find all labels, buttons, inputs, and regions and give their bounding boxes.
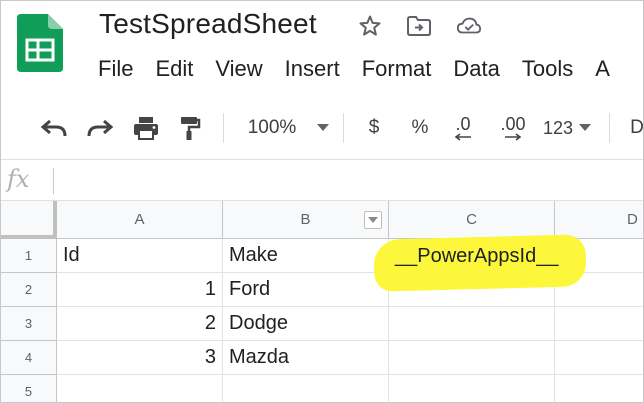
cell-c3[interactable]	[389, 307, 555, 341]
cell-d4[interactable]	[555, 341, 643, 375]
row-header[interactable]: 5	[1, 375, 57, 402]
column-header-b[interactable]: B	[223, 201, 389, 239]
increase-decimal-button[interactable]: .00	[493, 101, 533, 155]
star-icon[interactable]	[357, 13, 383, 39]
cell-b3[interactable]: Dodge	[223, 307, 389, 341]
more-formats-button[interactable]: 123	[539, 101, 577, 155]
cell-d3[interactable]	[555, 307, 643, 341]
cell-c1-value[interactable]: __PowerAppsId__	[389, 239, 589, 273]
formula-bar-divider	[53, 168, 54, 194]
menu-add-ons[interactable]: A	[595, 56, 610, 82]
cell-b2[interactable]: Ford	[223, 273, 389, 307]
arrow-right-icon	[505, 133, 522, 141]
font-select-truncated[interactable]: D	[627, 101, 643, 155]
cell-c5[interactable]	[389, 375, 555, 402]
google-sheets-logo-icon[interactable]	[17, 14, 63, 72]
cloud-saved-icon[interactable]	[456, 13, 482, 39]
menu-insert[interactable]: Insert	[285, 56, 340, 82]
formula-bar: fx	[1, 159, 643, 201]
toolbar-divider	[223, 113, 224, 143]
document-title[interactable]: TestSpreadSheet	[99, 8, 317, 40]
print-icon[interactable]	[129, 101, 163, 155]
menu-file[interactable]: File	[98, 56, 133, 82]
zoom-dropdown-icon[interactable]	[313, 101, 333, 155]
cell-d5[interactable]	[555, 375, 643, 402]
row-header[interactable]: 1	[1, 239, 57, 273]
spreadsheet-grid: A B C D 1 2 3 4 5 Id Make 1 Ford 2 Dodge…	[1, 201, 643, 402]
paint-format-icon[interactable]	[175, 101, 205, 155]
cell-c4[interactable]	[389, 341, 555, 375]
toolbar-divider	[343, 113, 344, 143]
menu-view[interactable]: View	[215, 56, 262, 82]
row-header[interactable]: 3	[1, 307, 57, 341]
column-header-d[interactable]: D	[555, 201, 643, 239]
filter-dropdown-icon[interactable]	[364, 211, 382, 229]
row-header[interactable]: 4	[1, 341, 57, 375]
menu-tools[interactable]: Tools	[522, 56, 573, 82]
toolbar: 100% $ % .0 .00 123 D	[1, 101, 643, 155]
undo-icon[interactable]	[37, 101, 71, 155]
menu-data[interactable]: Data	[453, 56, 499, 82]
toolbar-divider	[609, 113, 610, 143]
formula-input[interactable]	[61, 160, 643, 200]
increase-decimal-label: .00	[500, 114, 526, 134]
zoom-select[interactable]: 100%	[243, 101, 301, 155]
select-all-corner[interactable]	[1, 201, 57, 239]
cell-a5[interactable]	[57, 375, 223, 402]
arrow-left-icon	[454, 133, 471, 141]
row-header[interactable]: 2	[1, 273, 57, 307]
format-percent-button[interactable]: %	[405, 101, 435, 155]
column-header-a[interactable]: A	[57, 201, 223, 239]
decrease-decimal-label: .0	[455, 114, 471, 134]
cell-b1[interactable]: Make	[223, 239, 389, 273]
cell-a1[interactable]: Id	[57, 239, 223, 273]
spreadsheet-window: TestSpreadSheet File Edit View Insert Fo…	[0, 0, 644, 403]
cell-a3[interactable]: 2	[57, 307, 223, 341]
fx-icon: fx	[7, 165, 30, 193]
menu-format[interactable]: Format	[362, 56, 432, 82]
format-currency-button[interactable]: $	[359, 101, 389, 155]
column-header-label: B	[300, 211, 311, 228]
menu-edit[interactable]: Edit	[155, 56, 193, 82]
more-formats-dropdown-icon[interactable]	[577, 101, 593, 155]
move-to-folder-icon[interactable]	[406, 13, 432, 39]
decrease-decimal-button[interactable]: .0	[447, 101, 479, 155]
cell-b4[interactable]: Mazda	[223, 341, 389, 375]
cell-a2[interactable]: 1	[57, 273, 223, 307]
cell-b5[interactable]	[223, 375, 389, 402]
redo-icon[interactable]	[83, 101, 117, 155]
cell-a4[interactable]: 3	[57, 341, 223, 375]
column-header-c[interactable]: C	[389, 201, 555, 239]
menu-bar: File Edit View Insert Format Data Tools …	[98, 56, 632, 82]
